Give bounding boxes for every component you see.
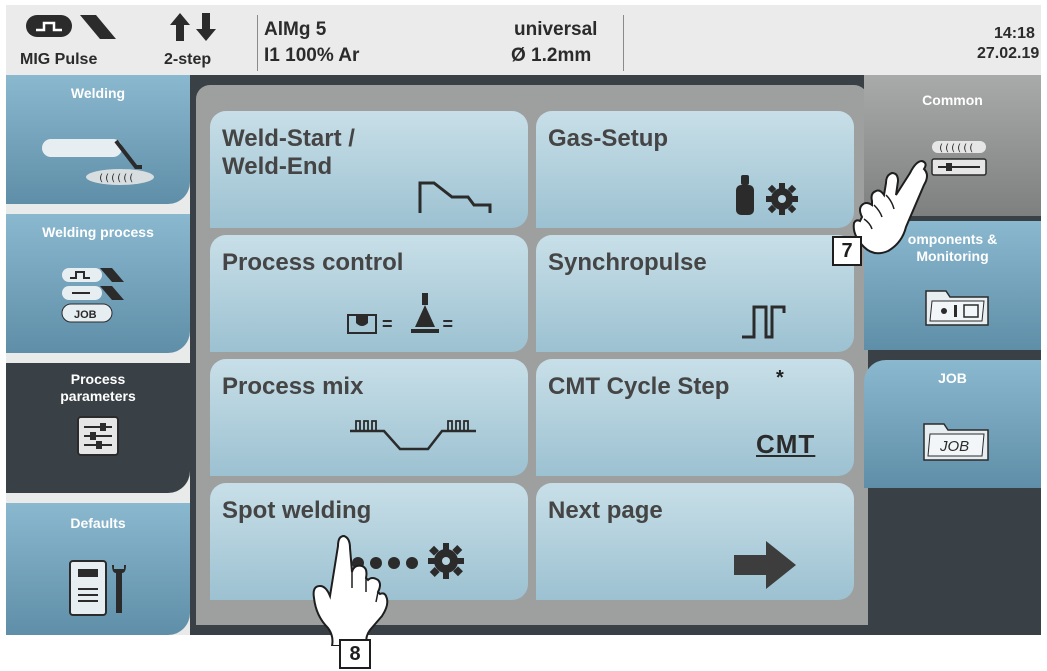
nav-process-parameters-label: Process parameters bbox=[60, 371, 136, 404]
nav-welding-label: Welding bbox=[70, 85, 126, 101]
material-label: AlMg 5 bbox=[264, 19, 327, 40]
trigger-mode-icon bbox=[170, 13, 216, 41]
common-settings-icon: (((((( bbox=[931, 141, 987, 176]
nav-defaults[interactable]: Defaults bbox=[6, 503, 190, 635]
clock-date: 27.02.19 bbox=[977, 45, 1040, 62]
process-parameters-panel: Weld-Start / Weld-End Gas-Setup Process … bbox=[196, 85, 868, 625]
svg-text:((((((: (((((( bbox=[98, 173, 134, 184]
cmt-logo-icon: CMT bbox=[756, 429, 816, 459]
nav-job-label: JOB bbox=[938, 370, 967, 386]
tile-label: Gas-Setup bbox=[548, 125, 669, 152]
tile-label: Spot welding bbox=[222, 497, 372, 524]
tile-process-control[interactable]: Process control = = bbox=[210, 235, 528, 352]
weld-start-end-curve-icon bbox=[418, 181, 492, 213]
nav-welding-process-label: Welding process bbox=[42, 224, 154, 240]
tile-label: Process control bbox=[222, 249, 404, 276]
characteristic-label: universal bbox=[514, 19, 598, 40]
tile-next-page[interactable]: Next page bbox=[536, 483, 854, 600]
arc-length-icon bbox=[347, 314, 377, 334]
left-sidebar: Welding (((((( Welding process JOB Proce… bbox=[6, 75, 190, 635]
pointing-hand-icon bbox=[312, 534, 389, 646]
clock-time: 14:18 bbox=[994, 25, 1035, 42]
tile-process-mix[interactable]: Process mix bbox=[210, 359, 528, 476]
nav-defaults-label: Defaults bbox=[70, 515, 126, 531]
tile-label: Weld-Start / Weld-End bbox=[222, 125, 355, 180]
torch-height-icon bbox=[410, 293, 439, 333]
arrow-right-icon bbox=[734, 541, 796, 589]
header-divider bbox=[257, 15, 258, 71]
components-folder-icon bbox=[925, 290, 989, 326]
footnote-asterisk: * bbox=[776, 367, 784, 389]
welding-mode-label: MIG Pulse bbox=[20, 51, 98, 68]
wire-diameter-label: Ø 1.2mm bbox=[511, 45, 592, 66]
svg-text:JOB: JOB bbox=[74, 309, 97, 321]
nav-common-label: Common bbox=[922, 92, 983, 108]
gas-bottle-gear-icon bbox=[736, 175, 798, 215]
welding-process-stack-icon: JOB bbox=[61, 268, 124, 323]
callout-7: 7 bbox=[832, 236, 862, 266]
nav-job[interactable]: JOB JOB bbox=[864, 360, 1041, 488]
gas-label: I1 100% Ar bbox=[264, 45, 360, 66]
sliders-icon bbox=[77, 416, 119, 456]
tile-label: Next page bbox=[548, 497, 663, 524]
header-divider bbox=[623, 15, 624, 71]
tile-synchropulse[interactable]: Synchropulse bbox=[536, 235, 854, 352]
eq-sign: = bbox=[382, 314, 393, 334]
tile-gas-setup[interactable]: Gas-Setup bbox=[536, 111, 854, 228]
eq-sign: = bbox=[442, 314, 454, 334]
job-folder-icon: JOB bbox=[923, 423, 989, 461]
tile-label: Process mix bbox=[222, 373, 364, 400]
welding-torch-icon: (((((( bbox=[42, 139, 154, 185]
synchropulse-wave-icon bbox=[742, 305, 786, 339]
nav-process-parameters[interactable]: Process parameters bbox=[6, 363, 190, 493]
status-bar: MIG Pulse 2-step AlMg 5 I1 100% Ar unive… bbox=[6, 5, 1041, 75]
tile-label: CMT Cycle Step bbox=[548, 373, 730, 400]
process-control-icon: = = bbox=[346, 291, 453, 335]
process-mix-wave-icon bbox=[350, 420, 476, 451]
nav-welding-process[interactable]: Welding process JOB bbox=[6, 214, 190, 353]
svg-text:((((((: (((((( bbox=[938, 143, 974, 154]
tile-label: Synchropulse bbox=[548, 249, 707, 276]
machine-wrench-icon bbox=[69, 560, 126, 616]
nav-welding[interactable]: Welding (((((( bbox=[6, 75, 190, 204]
tile-weld-start-end[interactable]: Weld-Start / Weld-End bbox=[210, 111, 528, 228]
svg-text:JOB: JOB bbox=[939, 438, 969, 455]
callout-8: 8 bbox=[339, 639, 371, 669]
trigger-mode-label: 2-step bbox=[164, 51, 212, 68]
mig-pulse-icon bbox=[26, 15, 116, 39]
tile-cmt-cycle-step[interactable]: CMT Cycle Step * CMT bbox=[536, 359, 854, 476]
